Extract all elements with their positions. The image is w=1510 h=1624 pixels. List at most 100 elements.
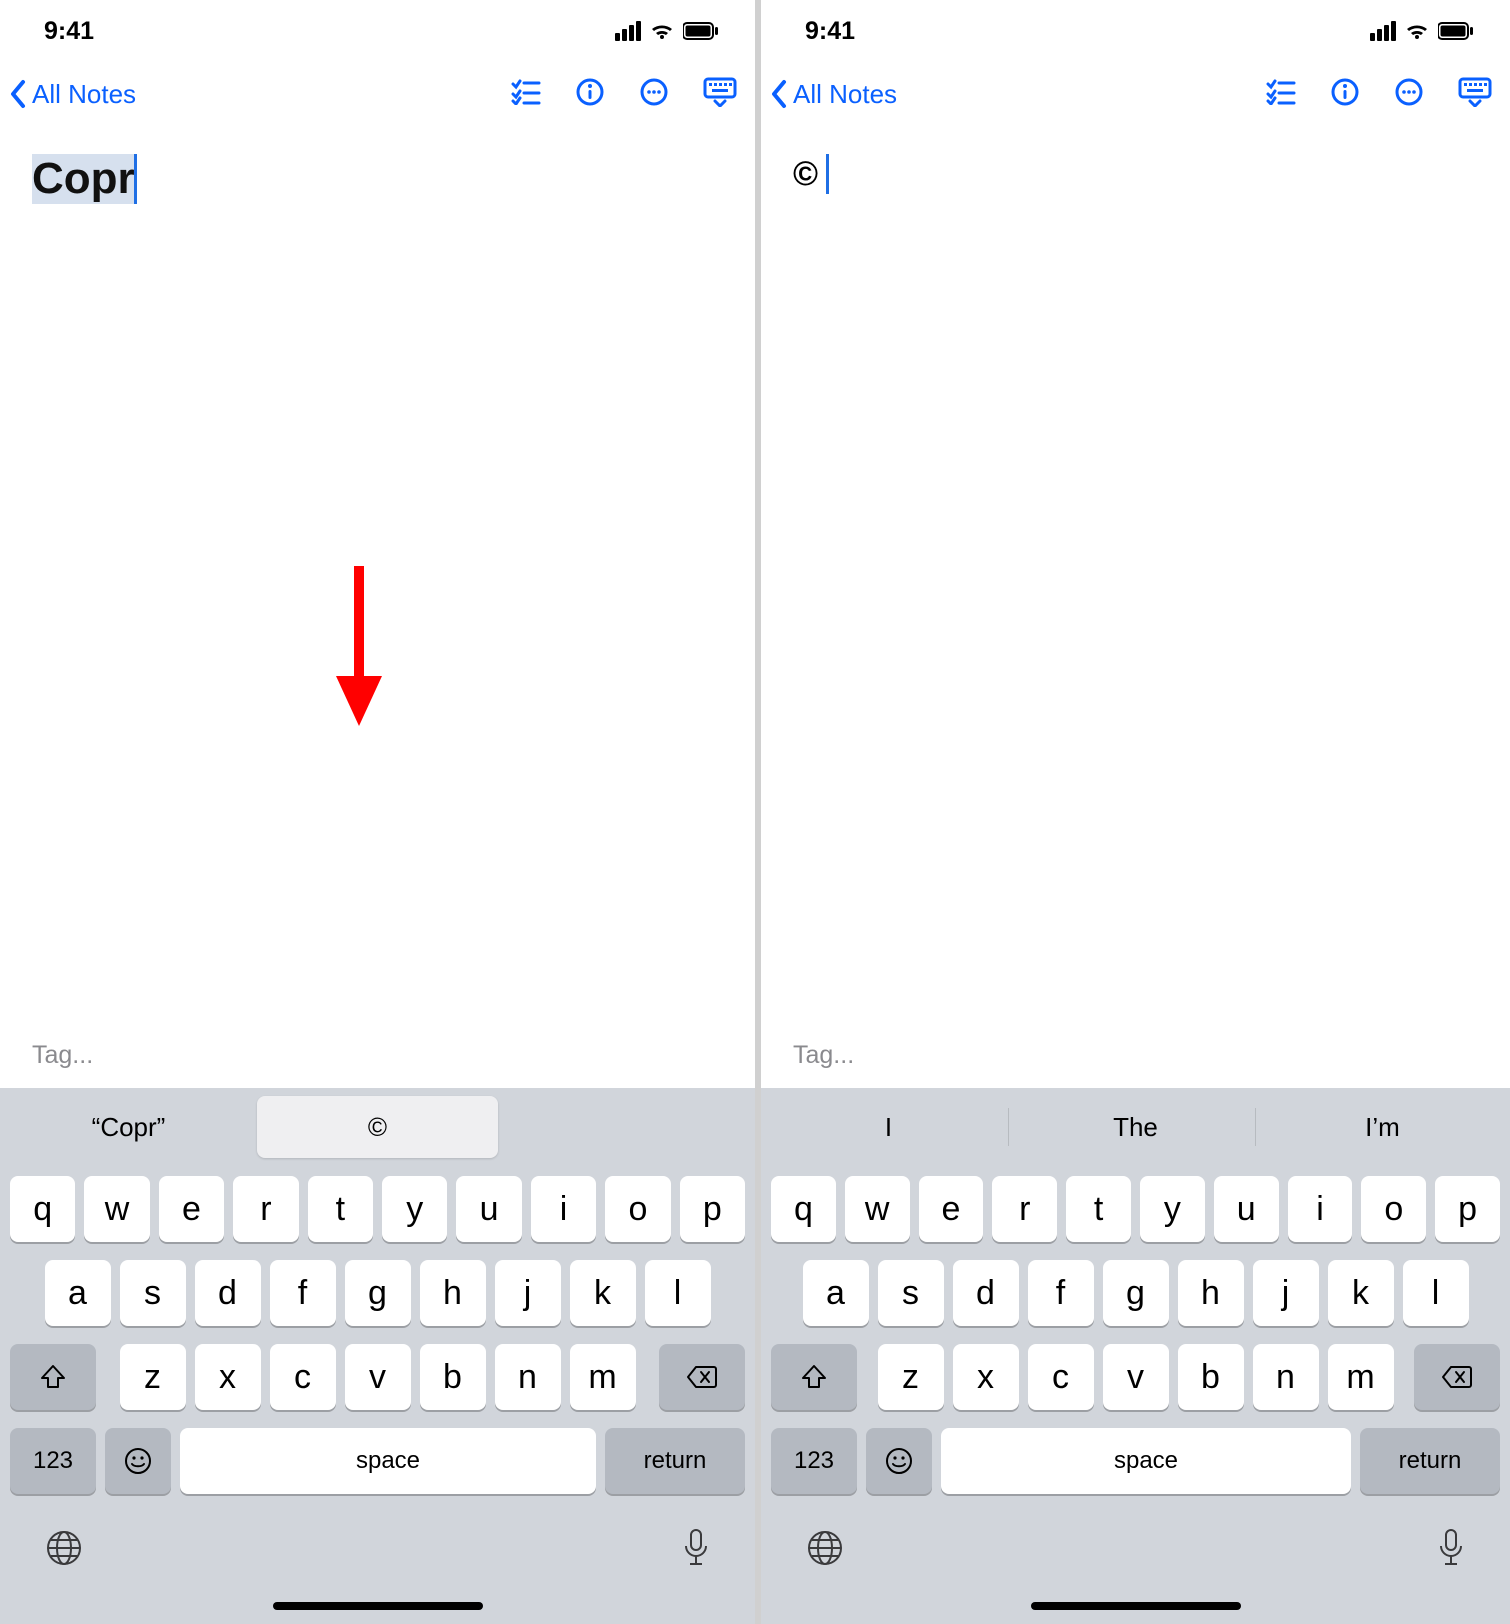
dictation-key[interactable] (681, 1528, 711, 1575)
key-t[interactable]: t (308, 1176, 373, 1242)
info-icon[interactable] (575, 77, 605, 112)
space-key[interactable]: space (941, 1428, 1351, 1494)
key-o[interactable]: o (1361, 1176, 1426, 1242)
globe-key[interactable] (805, 1528, 845, 1573)
note-content[interactable]: Copr Tag... (0, 126, 755, 1088)
key-d[interactable]: d (953, 1260, 1019, 1326)
key-h[interactable]: h (420, 1260, 486, 1326)
checklist-icon[interactable] (511, 79, 541, 110)
key-d[interactable]: d (195, 1260, 261, 1326)
key-x[interactable]: x (195, 1344, 261, 1410)
globe-icon (44, 1528, 84, 1568)
key-l[interactable]: l (1403, 1260, 1469, 1326)
shift-key[interactable] (771, 1344, 857, 1410)
key-p[interactable]: p (680, 1176, 745, 1242)
hide-keyboard-icon[interactable] (1458, 77, 1492, 112)
numbers-key[interactable]: 123 (10, 1428, 96, 1494)
key-n[interactable]: n (495, 1344, 561, 1410)
key-o[interactable]: o (605, 1176, 670, 1242)
note-text-copyright: © (793, 155, 818, 194)
key-u[interactable]: u (1214, 1176, 1279, 1242)
delete-key[interactable] (659, 1344, 745, 1410)
key-f[interactable]: f (270, 1260, 336, 1326)
key-a[interactable]: a (803, 1260, 869, 1326)
more-icon[interactable] (1394, 77, 1424, 112)
key-l[interactable]: l (645, 1260, 711, 1326)
key-p[interactable]: p (1435, 1176, 1500, 1242)
key-w[interactable]: w (845, 1176, 910, 1242)
key-v[interactable]: v (345, 1344, 411, 1410)
key-y[interactable]: y (382, 1176, 447, 1242)
key-g[interactable]: g (345, 1260, 411, 1326)
tag-input[interactable]: Tag... (32, 1041, 723, 1070)
key-r[interactable]: r (233, 1176, 298, 1242)
space-key[interactable]: space (180, 1428, 596, 1494)
key-k[interactable]: k (570, 1260, 636, 1326)
key-s[interactable]: s (120, 1260, 186, 1326)
suggestion-2-copyright[interactable]: © (257, 1096, 498, 1158)
return-key[interactable]: return (1360, 1428, 1500, 1494)
suggestion-3-empty (506, 1096, 747, 1158)
key-q[interactable]: q (771, 1176, 836, 1242)
key-q[interactable]: q (10, 1176, 75, 1242)
key-f[interactable]: f (1028, 1260, 1094, 1326)
key-z[interactable]: z (120, 1344, 186, 1410)
shift-key[interactable] (10, 1344, 96, 1410)
home-indicator[interactable] (1031, 1602, 1241, 1610)
suggestion-1[interactable]: “Copr” (8, 1096, 249, 1158)
suggestion-2[interactable]: The (1016, 1096, 1255, 1158)
key-e[interactable]: e (919, 1176, 984, 1242)
key-t[interactable]: t (1066, 1176, 1131, 1242)
info-icon[interactable] (1330, 77, 1360, 112)
back-button[interactable]: All Notes (8, 78, 136, 110)
key-i[interactable]: i (531, 1176, 596, 1242)
more-icon[interactable] (639, 77, 669, 112)
keyboard: q w e r t y u i o p a s d f g h j k l (761, 1166, 1510, 1500)
key-e[interactable]: e (159, 1176, 224, 1242)
key-c[interactable]: c (1028, 1344, 1094, 1410)
key-a[interactable]: a (45, 1260, 111, 1326)
key-b[interactable]: b (1178, 1344, 1244, 1410)
key-k[interactable]: k (1328, 1260, 1394, 1326)
suggestion-1[interactable]: I (769, 1096, 1008, 1158)
emoji-key[interactable] (866, 1428, 932, 1494)
emoji-icon (884, 1446, 914, 1476)
key-s[interactable]: s (878, 1260, 944, 1326)
key-x[interactable]: x (953, 1344, 1019, 1410)
key-m[interactable]: m (1328, 1344, 1394, 1410)
key-i[interactable]: i (1288, 1176, 1353, 1242)
key-v[interactable]: v (1103, 1344, 1169, 1410)
tag-input[interactable]: Tag... (793, 1041, 1478, 1070)
hide-keyboard-icon[interactable] (703, 77, 737, 112)
back-button[interactable]: All Notes (769, 78, 897, 110)
numbers-key[interactable]: 123 (771, 1428, 857, 1494)
checklist-icon[interactable] (1266, 79, 1296, 110)
suggestion-3[interactable]: I’m (1263, 1096, 1502, 1158)
key-n[interactable]: n (1253, 1344, 1319, 1410)
globe-key[interactable] (44, 1528, 84, 1573)
key-z[interactable]: z (878, 1344, 944, 1410)
key-row-1: q w e r t y u i o p (771, 1176, 1500, 1242)
key-c[interactable]: c (270, 1344, 336, 1410)
key-r[interactable]: r (992, 1176, 1057, 1242)
key-w[interactable]: w (84, 1176, 149, 1242)
home-indicator[interactable] (273, 1602, 483, 1610)
bottom-bar (0, 1500, 755, 1624)
key-row-1: q w e r t y u i o p (10, 1176, 745, 1242)
key-j[interactable]: j (1253, 1260, 1319, 1326)
key-y[interactable]: y (1140, 1176, 1205, 1242)
status-bar: 9:41 (761, 0, 1510, 62)
note-content[interactable]: © Tag... (761, 126, 1510, 1088)
key-m[interactable]: m (570, 1344, 636, 1410)
key-g[interactable]: g (1103, 1260, 1169, 1326)
emoji-key[interactable] (105, 1428, 171, 1494)
key-h[interactable]: h (1178, 1260, 1244, 1326)
key-j[interactable]: j (495, 1260, 561, 1326)
delete-key[interactable] (1414, 1344, 1500, 1410)
key-u[interactable]: u (456, 1176, 521, 1242)
key-row-2: a s d f g h j k l (771, 1260, 1500, 1326)
key-b[interactable]: b (420, 1344, 486, 1410)
return-key[interactable]: return (605, 1428, 745, 1494)
dictation-key[interactable] (1436, 1528, 1466, 1575)
note-title-selected[interactable]: Copr (32, 154, 137, 204)
